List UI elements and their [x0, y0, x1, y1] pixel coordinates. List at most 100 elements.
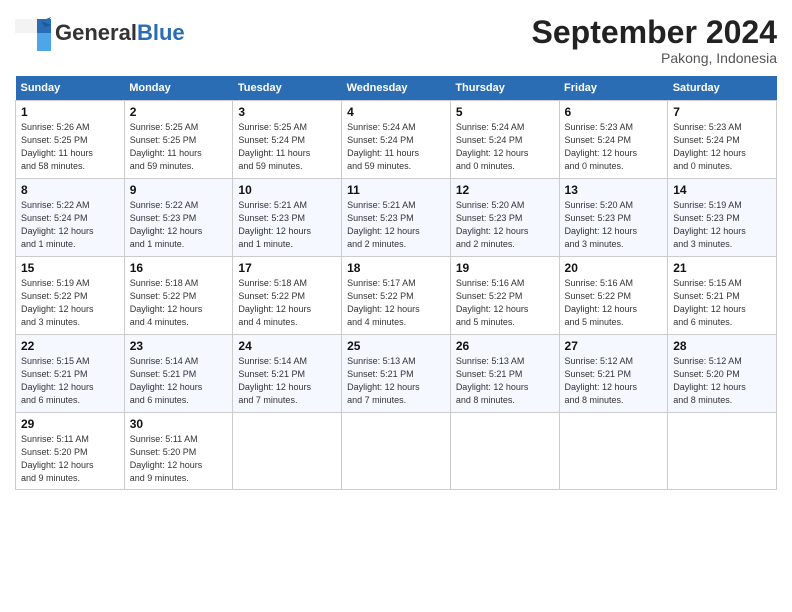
calendar-cell: 24 Sunrise: 5:14 AM Sunset: 5:21 PM Dayli… — [233, 335, 342, 413]
calendar-cell: 21 Sunrise: 5:15 AM Sunset: 5:21 PM Dayli… — [668, 257, 777, 335]
calendar-cell: 9 Sunrise: 5:22 AM Sunset: 5:23 PM Daylig… — [124, 179, 233, 257]
logo: GeneralBlue — [15, 15, 185, 51]
day-number: 14 — [673, 183, 771, 197]
calendar-cell: 30 Sunrise: 5:11 AM Sunset: 5:20 PM Dayli… — [124, 413, 233, 490]
day-number: 7 — [673, 105, 771, 119]
day-number: 17 — [238, 261, 336, 275]
day-info: Sunrise: 5:14 AM Sunset: 5:21 PM Dayligh… — [238, 355, 336, 407]
day-info: Sunrise: 5:22 AM Sunset: 5:23 PM Dayligh… — [130, 199, 228, 251]
day-info: Sunrise: 5:13 AM Sunset: 5:21 PM Dayligh… — [347, 355, 445, 407]
calendar-week-3: 15 Sunrise: 5:19 AM Sunset: 5:22 PM Dayli… — [16, 257, 777, 335]
day-number: 15 — [21, 261, 119, 275]
calendar-cell: 2Sunrise: 5:25 AM Sunset: 5:25 PM Daylig… — [124, 101, 233, 179]
calendar-cell: 14 Sunrise: 5:19 AM Sunset: 5:23 PM Dayli… — [668, 179, 777, 257]
day-number: 28 — [673, 339, 771, 353]
day-number: 11 — [347, 183, 445, 197]
day-number: 4 — [347, 105, 445, 119]
calendar-cell: 18 Sunrise: 5:17 AM Sunset: 5:22 PM Dayli… — [342, 257, 451, 335]
day-number: 20 — [565, 261, 663, 275]
calendar-cell: 29 Sunrise: 5:11 AM Sunset: 5:20 PM Dayli… — [16, 413, 125, 490]
month-title: September 2024 — [532, 15, 777, 50]
day-info: Sunrise: 5:24 AM Sunset: 5:24 PM Dayligh… — [456, 121, 554, 173]
col-tuesday: Tuesday — [233, 76, 342, 101]
day-number: 23 — [130, 339, 228, 353]
day-info: Sunrise: 5:11 AM Sunset: 5:20 PM Dayligh… — [21, 433, 119, 485]
day-info: Sunrise: 5:16 AM Sunset: 5:22 PM Dayligh… — [456, 277, 554, 329]
calendar-table: Sunday Monday Tuesday Wednesday Thursday… — [15, 76, 777, 490]
day-number: 3 — [238, 105, 336, 119]
calendar-cell: 19 Sunrise: 5:16 AM Sunset: 5:22 PM Dayli… — [450, 257, 559, 335]
day-info: Sunrise: 5:17 AM Sunset: 5:22 PM Dayligh… — [347, 277, 445, 329]
day-info: Sunrise: 5:20 AM Sunset: 5:23 PM Dayligh… — [456, 199, 554, 251]
calendar-cell: 22 Sunrise: 5:15 AM Sunset: 5:21 PM Dayli… — [16, 335, 125, 413]
calendar-cell: 6 Sunrise: 5:23 AM Sunset: 5:24 PM Daylig… — [559, 101, 668, 179]
day-number: 10 — [238, 183, 336, 197]
day-number: 25 — [347, 339, 445, 353]
calendar-cell: 28Sunrise: 5:12 AM Sunset: 5:20 PM Dayli… — [668, 335, 777, 413]
calendar-cell: 7 Sunrise: 5:23 AM Sunset: 5:24 PM Daylig… — [668, 101, 777, 179]
day-number: 9 — [130, 183, 228, 197]
day-info: Sunrise: 5:23 AM Sunset: 5:24 PM Dayligh… — [565, 121, 663, 173]
calendar-cell: 12 Sunrise: 5:20 AM Sunset: 5:23 PM Dayli… — [450, 179, 559, 257]
day-number: 8 — [21, 183, 119, 197]
day-number: 21 — [673, 261, 771, 275]
day-info: Sunrise: 5:11 AM Sunset: 5:20 PM Dayligh… — [130, 433, 228, 485]
logo-icon — [15, 15, 51, 51]
calendar-cell: 17Sunrise: 5:18 AM Sunset: 5:22 PM Dayli… — [233, 257, 342, 335]
day-info: Sunrise: 5:21 AM Sunset: 5:23 PM Dayligh… — [347, 199, 445, 251]
calendar-cell: 20 Sunrise: 5:16 AM Sunset: 5:22 PM Dayli… — [559, 257, 668, 335]
day-info: Sunrise: 5:12 AM Sunset: 5:21 PM Dayligh… — [565, 355, 663, 407]
col-monday: Monday — [124, 76, 233, 101]
calendar-week-5: 29 Sunrise: 5:11 AM Sunset: 5:20 PM Dayli… — [16, 413, 777, 490]
day-number: 24 — [238, 339, 336, 353]
calendar-cell — [668, 413, 777, 490]
day-info: Sunrise: 5:14 AM Sunset: 5:21 PM Dayligh… — [130, 355, 228, 407]
calendar-cell: 25 Sunrise: 5:13 AM Sunset: 5:21 PM Dayli… — [342, 335, 451, 413]
calendar-cell: 10 Sunrise: 5:21 AM Sunset: 5:23 PM Dayli… — [233, 179, 342, 257]
calendar-week-1: 1Sunrise: 5:26 AM Sunset: 5:25 PM Daylig… — [16, 101, 777, 179]
col-wednesday: Wednesday — [342, 76, 451, 101]
day-info: Sunrise: 5:23 AM Sunset: 5:24 PM Dayligh… — [673, 121, 771, 173]
day-number: 22 — [21, 339, 119, 353]
day-info: Sunrise: 5:15 AM Sunset: 5:21 PM Dayligh… — [21, 355, 119, 407]
day-info: Sunrise: 5:19 AM Sunset: 5:23 PM Dayligh… — [673, 199, 771, 251]
calendar-cell: 11 Sunrise: 5:21 AM Sunset: 5:23 PM Dayli… — [342, 179, 451, 257]
day-info: Sunrise: 5:24 AM Sunset: 5:24 PM Dayligh… — [347, 121, 445, 173]
calendar-cell: 3 Sunrise: 5:25 AM Sunset: 5:24 PM Daylig… — [233, 101, 342, 179]
day-number: 27 — [565, 339, 663, 353]
day-info: Sunrise: 5:21 AM Sunset: 5:23 PM Dayligh… — [238, 199, 336, 251]
day-number: 1 — [21, 105, 119, 119]
page-header: GeneralBlue September 2024 Pakong, Indon… — [15, 15, 777, 66]
day-info: Sunrise: 5:22 AM Sunset: 5:24 PM Dayligh… — [21, 199, 119, 251]
calendar-cell: 5 Sunrise: 5:24 AM Sunset: 5:24 PM Daylig… — [450, 101, 559, 179]
logo-blue: Blue — [137, 20, 185, 45]
day-number: 18 — [347, 261, 445, 275]
day-info: Sunrise: 5:15 AM Sunset: 5:21 PM Dayligh… — [673, 277, 771, 329]
calendar-cell — [559, 413, 668, 490]
day-info: Sunrise: 5:13 AM Sunset: 5:21 PM Dayligh… — [456, 355, 554, 407]
day-info: Sunrise: 5:16 AM Sunset: 5:22 PM Dayligh… — [565, 277, 663, 329]
col-saturday: Saturday — [668, 76, 777, 101]
day-number: 19 — [456, 261, 554, 275]
location: Pakong, Indonesia — [532, 50, 777, 66]
calendar-cell: 23 Sunrise: 5:14 AM Sunset: 5:21 PM Dayli… — [124, 335, 233, 413]
day-number: 6 — [565, 105, 663, 119]
calendar-week-4: 22 Sunrise: 5:15 AM Sunset: 5:21 PM Dayli… — [16, 335, 777, 413]
calendar-cell — [342, 413, 451, 490]
calendar-cell: 4 Sunrise: 5:24 AM Sunset: 5:24 PM Daylig… — [342, 101, 451, 179]
day-info: Sunrise: 5:19 AM Sunset: 5:22 PM Dayligh… — [21, 277, 119, 329]
day-number: 29 — [21, 417, 119, 431]
day-info: Sunrise: 5:25 AM Sunset: 5:24 PM Dayligh… — [238, 121, 336, 173]
calendar-cell — [233, 413, 342, 490]
title-block: September 2024 Pakong, Indonesia — [532, 15, 777, 66]
day-number: 2 — [130, 105, 228, 119]
calendar-cell: 8 Sunrise: 5:22 AM Sunset: 5:24 PM Daylig… — [16, 179, 125, 257]
day-number: 12 — [456, 183, 554, 197]
col-thursday: Thursday — [450, 76, 559, 101]
calendar-cell: 15 Sunrise: 5:19 AM Sunset: 5:22 PM Dayli… — [16, 257, 125, 335]
day-number: 30 — [130, 417, 228, 431]
calendar-cell: 26 Sunrise: 5:13 AM Sunset: 5:21 PM Dayli… — [450, 335, 559, 413]
day-number: 26 — [456, 339, 554, 353]
day-number: 16 — [130, 261, 228, 275]
day-number: 5 — [456, 105, 554, 119]
